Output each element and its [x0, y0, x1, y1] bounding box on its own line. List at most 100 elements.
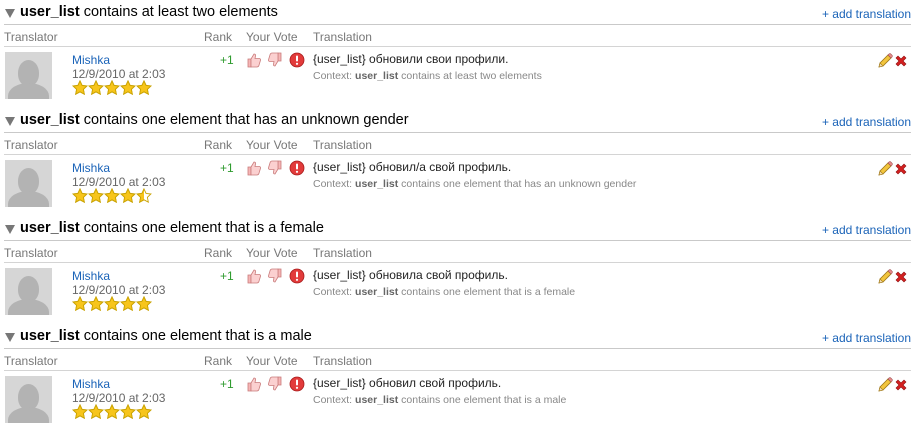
collapse-triangle-icon[interactable] [5, 333, 15, 342]
section-title-text: contains one element that is a male [83, 328, 312, 344]
add-translation-link[interactable]: + add translation [822, 115, 911, 129]
translation-key-section: user_list contains one element that is a… [0, 324, 917, 432]
section-title-text: contains one element that is a female [83, 220, 324, 236]
translation-context: Context: user_list contains one element … [313, 286, 575, 298]
translation-date: 12/9/2010 at 2:03 [72, 67, 166, 81]
star-icon [88, 296, 104, 312]
translation-context: Context: user_list contains one element … [313, 394, 566, 406]
pencil-icon[interactable] [877, 377, 893, 393]
vote-controls [246, 268, 306, 284]
context-text: contains one element that is a female [401, 286, 576, 298]
translation-context: Context: user_list contains one element … [313, 178, 636, 190]
thumbs-down-icon[interactable] [267, 52, 283, 68]
row-divider [4, 262, 911, 263]
delete-x-icon[interactable] [893, 53, 909, 69]
star-icon [72, 296, 88, 312]
star-icon [120, 404, 136, 420]
rank-value: +1 [220, 269, 234, 283]
translation-text: {user_list} обновили свои профили. [313, 52, 509, 66]
section-title: user_list contains one element that is a… [20, 220, 324, 236]
translator-name-link[interactable]: Mishka [72, 161, 110, 175]
context-key: user_list [355, 70, 399, 82]
avatar-placeholder-icon[interactable] [5, 52, 52, 99]
section-title: user_list contains one element that has … [20, 112, 409, 128]
translation-text: {user_list} обновила свой профиль. [313, 268, 508, 282]
star-icon [120, 296, 136, 312]
pencil-icon[interactable] [877, 161, 893, 177]
star-icon [104, 80, 120, 96]
rank-value: +1 [220, 161, 234, 175]
key-name: user_list [20, 4, 80, 20]
rating-stars [72, 404, 152, 420]
thumbs-up-icon[interactable] [246, 376, 262, 392]
column-header-translation: Translation [313, 246, 372, 260]
avatar-placeholder-icon[interactable] [5, 268, 52, 315]
translation-key-section: user_list contains at least two elements… [0, 0, 917, 108]
thumbs-down-icon[interactable] [267, 268, 283, 284]
section-title: user_list contains at least two elements [20, 4, 278, 20]
report-icon[interactable] [289, 376, 305, 392]
column-header-translator: Translator [4, 138, 58, 152]
pencil-icon[interactable] [877, 269, 893, 285]
row-divider [4, 154, 911, 155]
column-header-rank: Rank [204, 246, 233, 260]
translation-key-section: user_list contains one element that has … [0, 108, 917, 216]
column-header-translator: Translator [4, 354, 58, 368]
collapse-triangle-icon[interactable] [5, 117, 15, 126]
rating-stars [72, 80, 152, 96]
star-icon [136, 188, 152, 204]
add-translation-link[interactable]: + add translation [822, 331, 911, 345]
star-icon [120, 188, 136, 204]
delete-x-icon[interactable] [893, 269, 909, 285]
star-icon [136, 296, 152, 312]
key-name: user_list [20, 112, 80, 128]
star-icon [104, 404, 120, 420]
column-header-your-vote: Your Vote [246, 138, 298, 152]
thumbs-up-icon[interactable] [246, 52, 262, 68]
translator-name-link[interactable]: Mishka [72, 377, 110, 391]
add-translation-link[interactable]: + add translation [822, 7, 911, 21]
add-translation-link[interactable]: + add translation [822, 223, 911, 237]
report-icon[interactable] [289, 268, 305, 284]
rank-value: +1 [220, 53, 234, 67]
star-icon [72, 188, 88, 204]
section-title-text: contains one element that has an unknown… [83, 112, 409, 128]
column-header-rank: Rank [204, 354, 233, 368]
thumbs-up-icon[interactable] [246, 268, 262, 284]
report-icon[interactable] [289, 160, 305, 176]
section-header: user_list contains one element that is a… [4, 326, 911, 349]
translator-name-link[interactable]: Mishka [72, 269, 110, 283]
translation-date: 12/9/2010 at 2:03 [72, 283, 166, 297]
report-icon[interactable] [289, 52, 305, 68]
context-prefix: Context: [313, 286, 353, 298]
context-prefix: Context: [313, 394, 353, 406]
collapse-triangle-icon[interactable] [5, 9, 15, 18]
thumbs-down-icon[interactable] [267, 376, 283, 392]
context-prefix: Context: [313, 178, 353, 190]
star-icon [120, 80, 136, 96]
star-icon [136, 80, 152, 96]
translation-context: Context: user_list contains at least two… [313, 70, 542, 82]
translation-text: {user_list} обновил свой профиль. [313, 376, 502, 390]
vote-controls [246, 52, 306, 68]
rank-value: +1 [220, 377, 234, 391]
thumbs-up-icon[interactable] [246, 160, 262, 176]
collapse-triangle-icon[interactable] [5, 225, 15, 234]
thumbs-down-icon[interactable] [267, 160, 283, 176]
delete-x-icon[interactable] [893, 161, 909, 177]
pencil-icon[interactable] [877, 53, 893, 69]
column-header-translator: Translator [4, 30, 58, 44]
star-icon [88, 80, 104, 96]
vote-controls [246, 160, 306, 176]
star-icon [88, 404, 104, 420]
translation-date: 12/9/2010 at 2:03 [72, 175, 166, 189]
translation-date: 12/9/2010 at 2:03 [72, 391, 166, 405]
translator-name-link[interactable]: Mishka [72, 53, 110, 67]
context-key: user_list [355, 394, 399, 406]
avatar-placeholder-icon[interactable] [5, 160, 52, 207]
context-key: user_list [355, 286, 399, 298]
delete-x-icon[interactable] [893, 377, 909, 393]
column-header-translation: Translation [313, 138, 372, 152]
avatar-placeholder-icon[interactable] [5, 376, 52, 423]
context-text: contains at least two elements [401, 70, 542, 82]
